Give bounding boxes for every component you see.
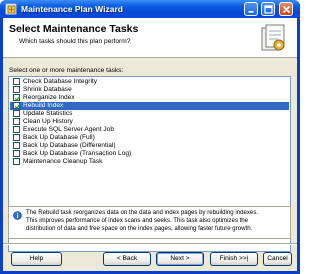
task-item[interactable]: Update Statistics bbox=[10, 110, 289, 118]
minimize-button[interactable] bbox=[244, 2, 258, 16]
task-item-label: Maintenance Cleanup Task bbox=[23, 158, 103, 165]
checkbox[interactable] bbox=[13, 86, 20, 93]
finish-button[interactable]: Finish >>| bbox=[210, 252, 258, 266]
app-icon bbox=[5, 3, 17, 15]
task-item-label: Clean Up History bbox=[23, 118, 73, 125]
checked-checkbox[interactable] bbox=[13, 102, 21, 109]
back-button[interactable]: < Back bbox=[103, 252, 151, 266]
task-item-label: Rebuild Index bbox=[23, 102, 64, 109]
checkbox[interactable] bbox=[13, 150, 20, 157]
title-bar[interactable]: Maintenance Plan Wizard bbox=[0, 0, 300, 18]
page-header: Select Maintenance Tasks Which tasks sho… bbox=[3, 18, 297, 58]
window-title: Maintenance Plan Wizard bbox=[21, 4, 123, 14]
task-description-panel: The Rebuild task reorganizes data on the… bbox=[8, 206, 291, 239]
checkbox[interactable] bbox=[13, 126, 20, 133]
footer-divider bbox=[3, 243, 297, 245]
task-item[interactable]: Rebuild Index bbox=[10, 102, 289, 110]
info-icon bbox=[13, 211, 22, 222]
wizard-logo-icon bbox=[258, 22, 288, 54]
page-subtitle: Which tasks should this plan perform? bbox=[19, 38, 131, 45]
task-description: The Rebuild task reorganizes data on the… bbox=[26, 209, 288, 233]
description-line-1: The Rebuild task reorganizes data on the… bbox=[26, 209, 259, 216]
checkbox[interactable] bbox=[13, 158, 20, 165]
help-button[interactable]: Help bbox=[11, 252, 62, 266]
task-item-label: Reorganize Index bbox=[23, 94, 75, 101]
task-item[interactable]: Shrink Database bbox=[10, 86, 289, 94]
task-item[interactable]: Back Up Database (Full) bbox=[10, 134, 289, 142]
tasks-list-label: Select one or more maintenance tasks: bbox=[9, 67, 124, 74]
checkbox[interactable] bbox=[13, 78, 20, 85]
task-item-label: Update Statistics bbox=[23, 110, 73, 117]
cancel-button[interactable]: Cancel bbox=[263, 252, 292, 266]
task-item[interactable]: Execute SQL Server Agent Job bbox=[10, 126, 289, 134]
task-item-label: Back Up Database (Differential) bbox=[23, 142, 116, 149]
checked-checkbox[interactable] bbox=[13, 94, 21, 101]
description-line-3: distribution of data and free space on t… bbox=[26, 225, 253, 232]
task-item-label: Execute SQL Server Agent Job bbox=[23, 126, 115, 133]
task-item-label: Check Database Integrity bbox=[23, 78, 98, 85]
description-line-2: This improves performance of index scans… bbox=[26, 217, 249, 224]
dialog-client: Select Maintenance Tasks Which tasks sho… bbox=[3, 18, 297, 271]
checkbox[interactable] bbox=[13, 142, 20, 149]
task-item[interactable]: Back Up Database (Transaction Log) bbox=[10, 150, 289, 158]
maximize-button[interactable] bbox=[261, 2, 275, 16]
task-item[interactable]: Check Database Integrity bbox=[10, 78, 289, 86]
checkbox[interactable] bbox=[13, 118, 20, 125]
checkbox[interactable] bbox=[13, 134, 20, 141]
checkbox[interactable] bbox=[13, 110, 20, 117]
page-title: Select Maintenance Tasks bbox=[9, 23, 139, 35]
task-item[interactable]: Reorganize Index bbox=[10, 94, 289, 102]
task-item-label: Back Up Database (Full) bbox=[23, 134, 95, 141]
close-button[interactable] bbox=[279, 2, 293, 16]
task-item-label: Back Up Database (Transaction Log) bbox=[23, 150, 132, 157]
task-item-label: Shrink Database bbox=[23, 86, 72, 93]
task-item[interactable]: Back Up Database (Differential) bbox=[10, 142, 289, 150]
next-button[interactable]: Next > bbox=[156, 252, 204, 266]
task-item[interactable]: Clean Up History bbox=[10, 118, 289, 126]
task-item[interactable]: Maintenance Cleanup Task bbox=[10, 158, 289, 166]
wizard-window: Maintenance Plan Wizard Select Maintenan… bbox=[0, 0, 300, 274]
